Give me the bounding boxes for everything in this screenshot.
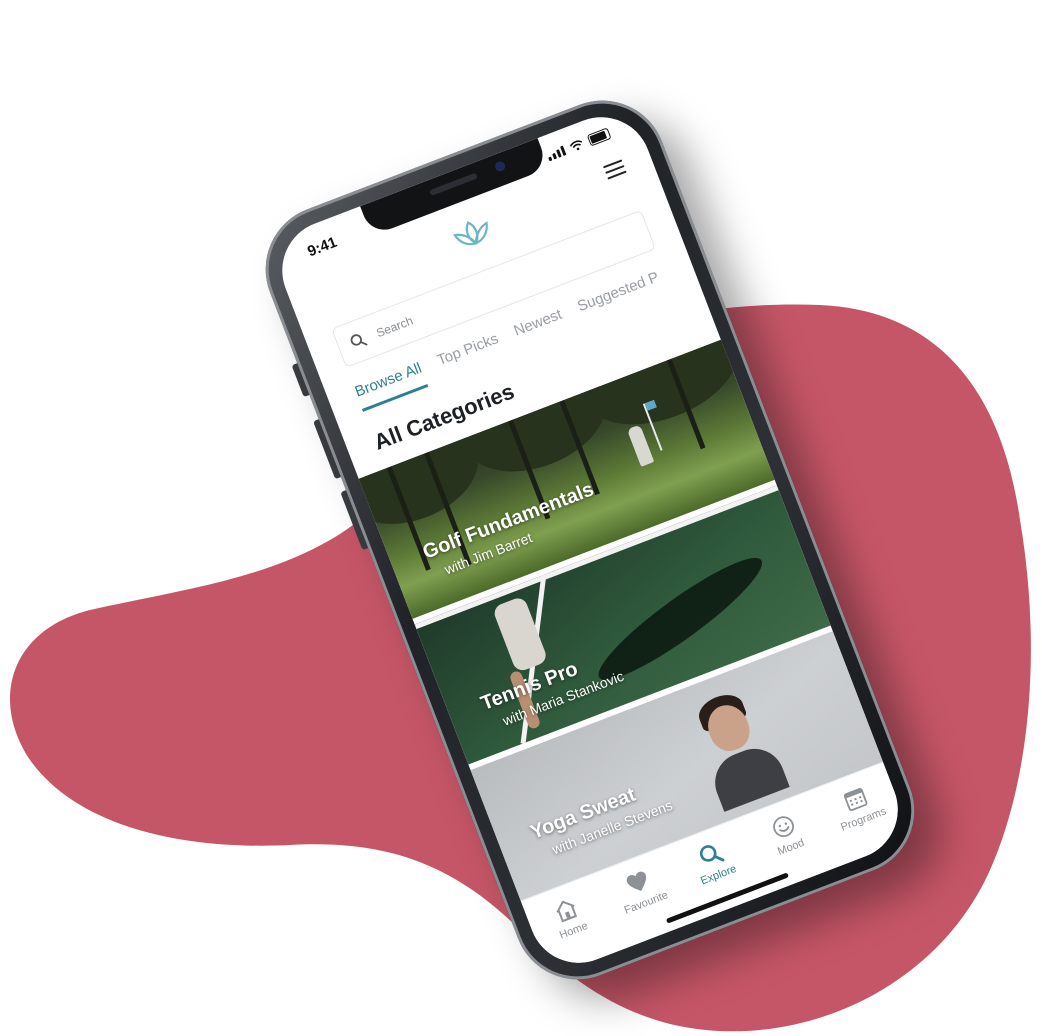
heart-icon (627, 871, 647, 891)
home-icon (556, 900, 577, 923)
front-camera (493, 159, 507, 173)
signal-icon (546, 145, 567, 162)
search-icon (350, 334, 368, 346)
tab-suggested[interactable]: Suggested P (575, 269, 666, 327)
golfer (626, 424, 655, 467)
nav-favourite[interactable]: Favourite (606, 860, 676, 919)
status-time: 9:41 (305, 233, 340, 261)
smiley-icon (772, 816, 794, 838)
calendar-icon (844, 787, 868, 811)
nav-mood[interactable]: Mood (751, 805, 821, 864)
tab-top-picks[interactable]: Top Picks (435, 330, 505, 380)
wifi-icon (569, 140, 583, 151)
speaker (429, 172, 478, 197)
status-icons (546, 127, 612, 162)
search-icon (699, 845, 725, 862)
hamburger-menu-icon[interactable] (603, 159, 627, 180)
battery-icon (586, 127, 612, 147)
lotus-icon (452, 221, 488, 246)
nav-programs[interactable]: Programs (823, 777, 893, 836)
tab-newest[interactable]: Newest (512, 306, 569, 351)
nav-home[interactable]: Home (534, 888, 604, 947)
nav-explore[interactable]: Explore (678, 833, 748, 892)
tab-browse-all[interactable]: Browse All (352, 359, 429, 412)
